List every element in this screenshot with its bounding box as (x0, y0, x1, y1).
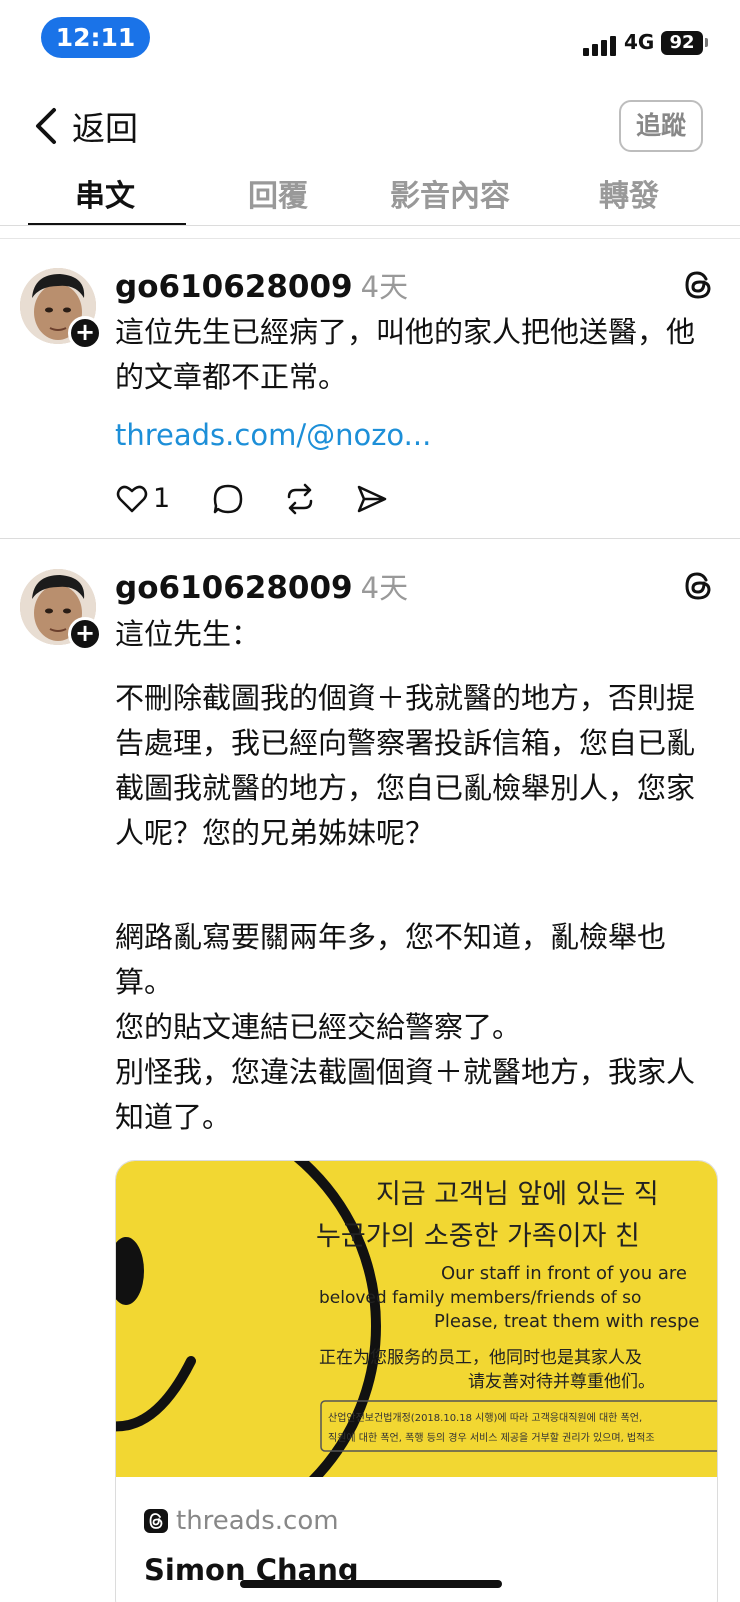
tab-reposts[interactable]: 轉發 (599, 171, 659, 215)
post-username[interactable]: go610628009 4天 (115, 565, 408, 607)
post-text-paragraph: 您的貼文連結已經交給警察了。 (115, 1010, 522, 1044)
sign-line: 직원에 대한 폭언, 폭행 등의 경우 서비스 제공을 거부할 권리가 있으며,… (328, 1431, 655, 1444)
post-text-line: 這位先生： (115, 617, 261, 651)
threads-logo-icon[interactable] (681, 268, 715, 302)
card-source: threads.com (144, 1506, 339, 1536)
back-button[interactable]: 返回 (30, 104, 138, 148)
sign-line: beloved family members/friends of so (319, 1288, 641, 1308)
back-label: 返回 (72, 109, 138, 148)
sign-line: 请友善对待并尊重他们。 (468, 1372, 655, 1392)
battery-icon: 92 (661, 31, 703, 55)
heart-icon[interactable] (115, 482, 149, 516)
like-count: 1 (153, 483, 171, 514)
comment-icon[interactable] (211, 482, 245, 516)
follow-plus-icon[interactable]: + (68, 617, 102, 651)
home-indicator[interactable] (240, 1580, 502, 1588)
share-icon[interactable] (355, 482, 389, 516)
profile-tabs: 串文 回覆 影音內容 轉發 (0, 165, 740, 227)
sign-line: Please, treat them with respe (434, 1311, 699, 1332)
signal-icon (583, 34, 619, 56)
status-bar: 12:11 4G 92 (0, 0, 740, 80)
sign-line: 지금 고객님 앞에 있는 직 (376, 1179, 659, 1210)
tabs-divider (0, 225, 740, 226)
post-link[interactable]: threads.com/@nozo... (115, 418, 431, 452)
sign-line: 산업안전보건법개정(2018.10.18 시행)에 따라 고객응대직원에 대한 … (328, 1411, 642, 1424)
repost-icon[interactable] (283, 482, 317, 516)
tab-threads[interactable]: 串文 (75, 171, 135, 215)
smiley-sign-image: 지금 고객님 앞에 있는 직 누군가의 소중한 가족이자 친 Our staff… (116, 1161, 717, 1477)
username-text[interactable]: go610628009 (115, 269, 353, 305)
threads-logo-icon (144, 1509, 168, 1533)
post-divider (0, 538, 740, 539)
threads-logo-icon[interactable] (681, 569, 715, 603)
nav-bar: 返回 追蹤 (0, 90, 740, 160)
post-username[interactable]: go610628009 4天 (115, 264, 408, 306)
post-text-paragraph: 不刪除截圖我的個資＋我就醫的地方，否則提告處理，我已經向警察署投訴信箱，您自已亂… (115, 681, 696, 850)
sign-line: Our staff in front of you are (441, 1263, 687, 1284)
battery-nub (705, 38, 708, 47)
status-time: 12:11 (41, 17, 150, 58)
sign-line: 正在为您服务的员工，他同时也是其家人及 (319, 1348, 642, 1368)
post-text-paragraph: 別怪我，您違法截圖個資＋就醫地方，我家人知道了。 (115, 1055, 696, 1134)
network-type: 4G (624, 30, 655, 54)
sign-line: 누군가의 소중한 가족이자 친 (316, 1221, 640, 1252)
chevron-left-icon (36, 108, 56, 144)
post-text: 這位先生已經病了，叫他的家人把他送醫，他的文章都不正常。 (115, 315, 696, 394)
post-text-paragraph: 網路亂寫要關兩年多，您不知道，亂檢舉也算。 (115, 920, 667, 999)
tab-replies[interactable]: 回覆 (248, 171, 308, 215)
follow-plus-icon[interactable]: + (68, 316, 102, 350)
link-preview-card[interactable]: 지금 고객님 앞에 있는 직 누군가의 소중한 가족이자 친 Our staff… (115, 1160, 718, 1602)
tabs-divider-secondary (0, 238, 740, 239)
preview-image: 지금 고객님 앞에 있는 직 누군가의 소중한 가족이자 친 Our staff… (116, 1161, 717, 1477)
tab-media[interactable]: 影音內容 (390, 171, 510, 215)
post-time: 4天 (360, 571, 409, 605)
card-source-label: threads.com (176, 1506, 339, 1536)
follow-button[interactable]: 追蹤 (619, 100, 703, 152)
post-time: 4天 (360, 270, 409, 304)
username-text[interactable]: go610628009 (115, 570, 353, 606)
